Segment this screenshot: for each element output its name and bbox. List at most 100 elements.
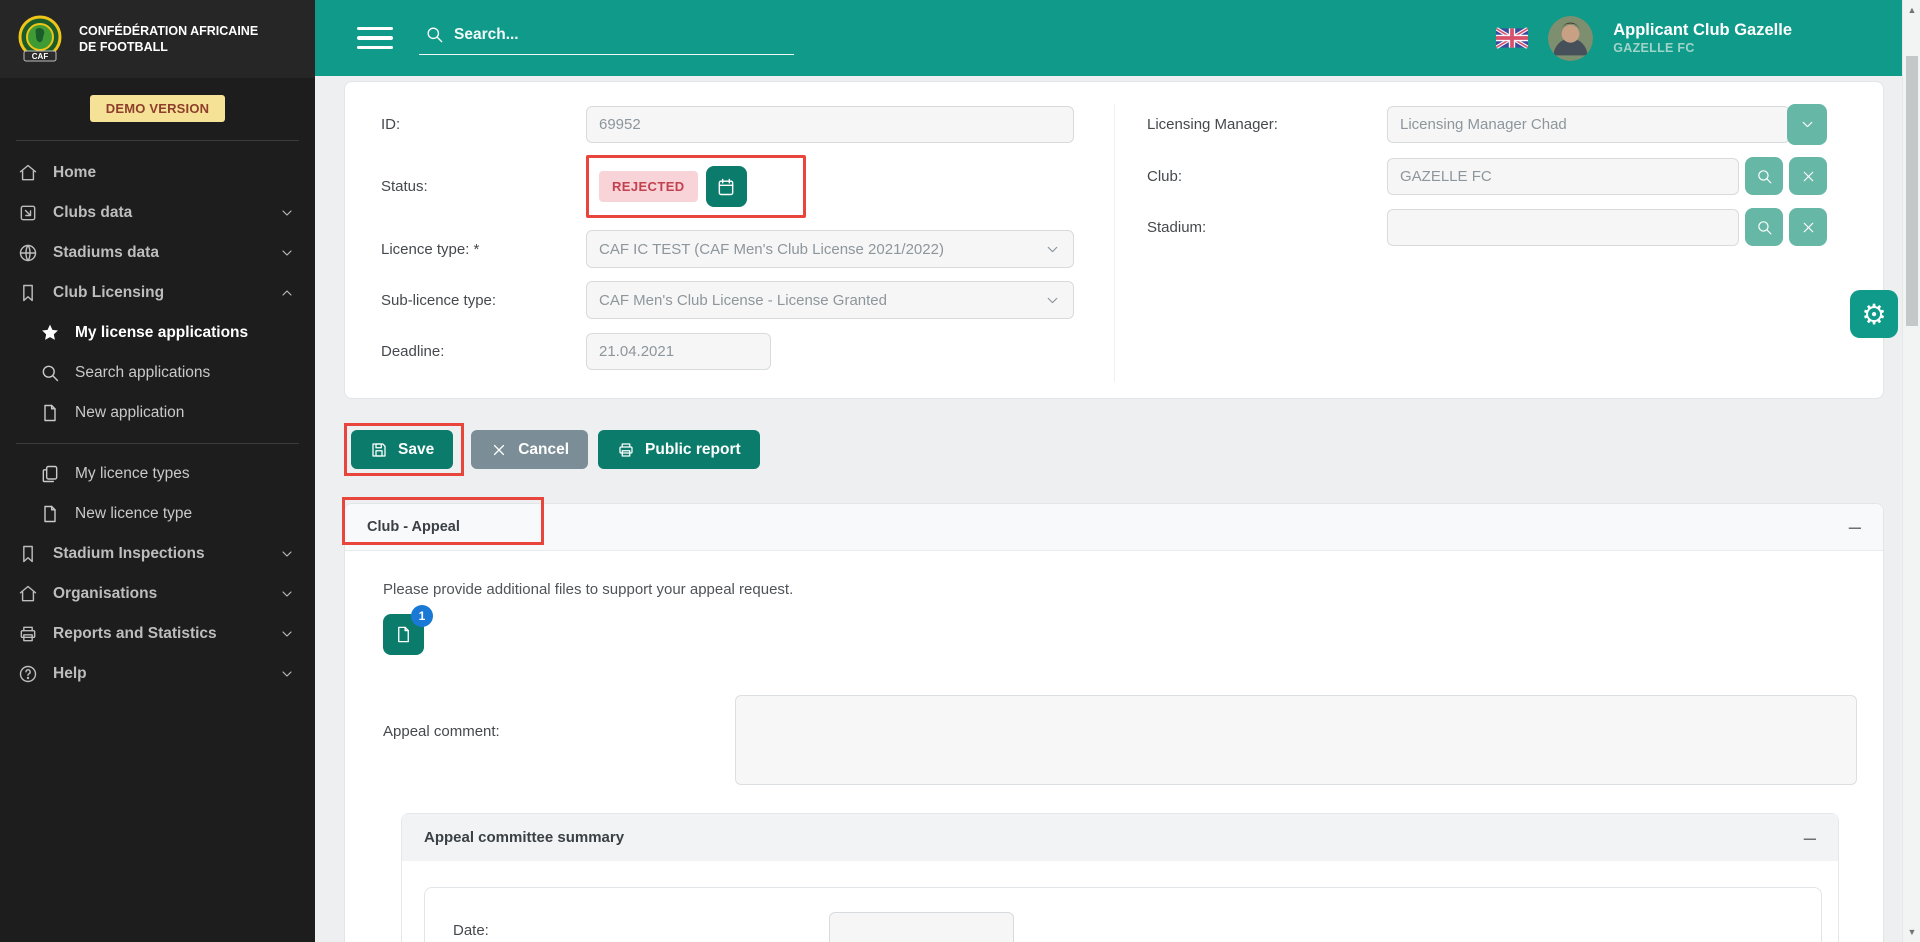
sidebar-item-club-licensing[interactable]: Club Licensing [0, 273, 315, 313]
sidebar-item-label: Stadiums data [53, 244, 159, 262]
sidebar-item-help[interactable]: Help [0, 654, 315, 694]
sidebar-item-organisations[interactable]: Organisations [0, 574, 315, 614]
stadium-label: Stadium: [1147, 219, 1387, 236]
sidebar-item-new-licence-type[interactable]: New licence type [0, 494, 315, 534]
close-icon [1800, 168, 1817, 185]
form-left-column: ID: Status: REJECTED [345, 104, 1114, 382]
close-icon [1800, 219, 1817, 236]
sidebar-item-my-license-applications[interactable]: My license applications [0, 313, 315, 353]
search-icon [40, 363, 60, 383]
club-clear-button[interactable] [1789, 157, 1827, 195]
sub-licence-type-select[interactable]: CAF Men's Club License - License Granted [586, 281, 1074, 319]
uk-flag-icon[interactable] [1496, 27, 1528, 49]
chevron-down-icon [279, 586, 295, 602]
hamburger-menu-button[interactable] [357, 21, 393, 56]
sidebar-item-label: Help [53, 665, 87, 683]
scroll-down-arrow[interactable]: ▼ [1903, 927, 1920, 937]
sidebar-item-label: Clubs data [53, 204, 132, 222]
collapse-section-button[interactable]: – [1849, 520, 1861, 534]
org-name: CONFÉDÉRATION AFRICAINE DE FOOTBALL [79, 23, 269, 56]
licensing-manager-dropdown-button[interactable] [1787, 104, 1827, 145]
club-search-button[interactable] [1745, 157, 1783, 195]
sidebar-item-label: My license applications [75, 324, 248, 342]
sidebar-menu: Home Clubs data Stadiums data Club Licen… [0, 151, 315, 694]
sidebar-item-label: My licence types [75, 465, 190, 483]
appeal-committee-header: Appeal committee summary – [402, 814, 1838, 861]
club-label: Club: [1147, 168, 1387, 185]
sidebar: CAF CONFÉDÉRATION AFRICAINE DE FOOTBALL … [0, 0, 315, 942]
chevron-down-icon [1044, 292, 1061, 309]
sidebar-item-stadium-inspections[interactable]: Stadium Inspections [0, 534, 315, 574]
appeal-comment-row: Appeal comment: [383, 695, 1857, 785]
club-appeal-header: Club - Appeal – [345, 504, 1883, 551]
sub-licence-type-value: CAF Men's Club License - License Granted [599, 292, 887, 309]
cancel-button[interactable]: Cancel [471, 430, 588, 469]
id-field[interactable] [586, 106, 1074, 143]
licence-type-label: Licence type: * [381, 241, 586, 258]
appeal-comment-label: Appeal comment: [383, 695, 735, 785]
status-badge: REJECTED [599, 171, 698, 202]
stadium-search-button[interactable] [1745, 208, 1783, 246]
licence-type-select[interactable]: CAF IC TEST (CAF Men's Club License 2021… [586, 230, 1074, 268]
file-icon [40, 403, 60, 423]
search-icon [1756, 219, 1773, 236]
status-history-button[interactable] [706, 166, 747, 207]
public-report-button[interactable]: Public report [598, 430, 760, 469]
collapse-subsection-button[interactable]: – [1804, 831, 1816, 845]
save-button[interactable]: Save [351, 430, 453, 469]
help-icon [18, 664, 38, 684]
date-field[interactable] [829, 912, 1014, 942]
search-icon [1756, 168, 1773, 185]
sidebar-item-search-applications[interactable]: Search applications [0, 353, 315, 393]
sidebar-item-reports-statistics[interactable]: Reports and Statistics [0, 614, 315, 654]
star-icon [40, 323, 60, 343]
stadium-field[interactable] [1387, 209, 1739, 246]
club-field[interactable] [1387, 158, 1739, 195]
user-info[interactable]: Applicant Club Gazelle GAZELLE FC [1613, 21, 1792, 55]
close-icon [490, 441, 508, 459]
scrollbar-thumb[interactable] [1906, 56, 1918, 326]
sidebar-header: CAF CONFÉDÉRATION AFRICAINE DE FOOTBALL [0, 0, 315, 78]
settings-button[interactable]: ⚙ [1850, 290, 1898, 338]
date-label: Date: [453, 922, 829, 939]
file-count-badge: 1 [411, 605, 433, 627]
main-column: Applicant Club Gazelle GAZELLE FC ID: St… [315, 0, 1920, 942]
sidebar-item-my-licence-types[interactable]: My licence types [0, 454, 315, 494]
stadium-clear-button[interactable] [1789, 208, 1827, 246]
chevron-down-icon [279, 546, 295, 562]
chevron-down-icon [279, 626, 295, 642]
vertical-scrollbar[interactable]: ▲ ▼ [1902, 0, 1920, 942]
sidebar-item-home[interactable]: Home [0, 153, 315, 193]
building-icon [18, 584, 38, 604]
topbar: Applicant Club Gazelle GAZELLE FC [315, 0, 1920, 76]
deadline-field[interactable] [586, 333, 771, 370]
save-annotation-box: Save [344, 423, 464, 476]
subsection-title: Appeal committee summary [424, 829, 624, 846]
licensing-manager-field[interactable] [1387, 106, 1790, 143]
sidebar-item-clubs-data[interactable]: Clubs data [0, 193, 315, 233]
caf-logo: CAF [14, 13, 66, 65]
deadline-label: Deadline: [381, 343, 586, 360]
sidebar-item-stadiums-data[interactable]: Stadiums data [0, 233, 315, 273]
status-label: Status: [381, 178, 586, 195]
search-input[interactable] [454, 26, 788, 44]
user-name: Applicant Club Gazelle [1613, 21, 1792, 41]
application-form-panel: ID: Status: REJECTED [344, 81, 1884, 399]
user-avatar[interactable] [1548, 16, 1593, 61]
licensing-manager-label: Licensing Manager: [1147, 116, 1387, 133]
sidebar-item-label: New application [75, 404, 184, 422]
save-icon [370, 441, 388, 459]
bookmark-icon [18, 544, 38, 564]
bookmark-icon [18, 283, 38, 303]
file-icon [394, 625, 413, 644]
sidebar-item-label: Organisations [53, 585, 157, 603]
appeal-comment-textarea[interactable] [735, 695, 1857, 785]
chevron-up-icon [279, 285, 295, 301]
sidebar-item-new-application[interactable]: New application [0, 393, 315, 433]
sidebar-item-label: Search applications [75, 364, 210, 382]
sidebar-item-label: Stadium Inspections [53, 545, 205, 563]
chevron-down-icon [1044, 241, 1061, 258]
scroll-up-arrow[interactable]: ▲ [1903, 5, 1920, 15]
sidebar-divider [16, 443, 299, 444]
appeal-files-button[interactable]: 1 [383, 614, 424, 655]
